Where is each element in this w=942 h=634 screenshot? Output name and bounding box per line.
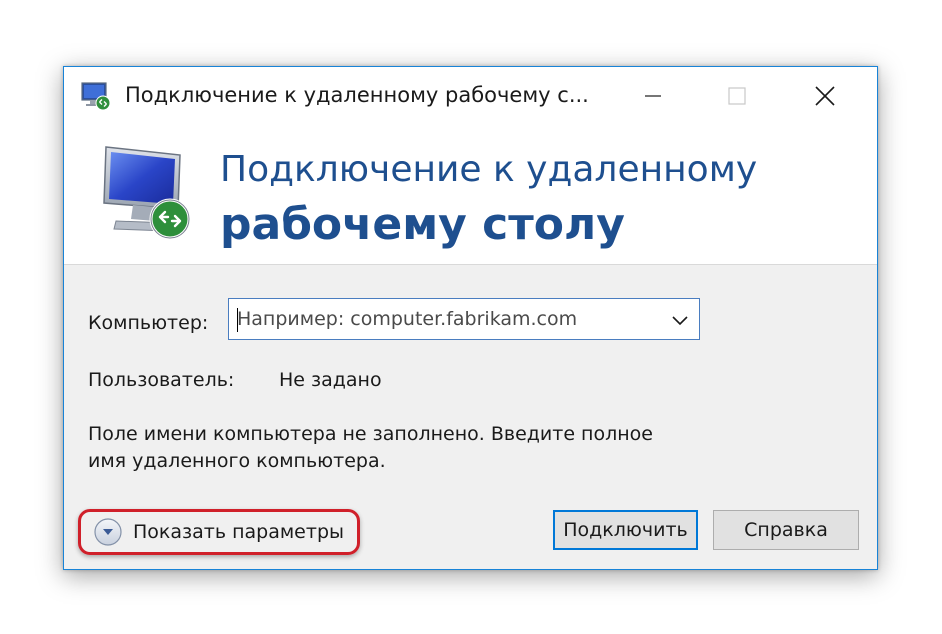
header-banner: Подключение к удаленному рабочему столу [64,125,877,265]
banner-title-line1: Подключение к удаленному [220,149,758,190]
title-bar[interactable]: Подключение к удаленному рабочему с... [64,67,877,125]
expand-circle-icon [94,518,122,546]
info-message: Поле имени компьютера не заполнено. Введ… [88,421,688,475]
show-options-toggle[interactable]: Показать параметры [78,509,360,555]
user-value: Не задано [279,369,382,391]
banner-title-line2: рабочему столу [220,199,625,250]
window-title: Подключение к удаленному рабочему с... [125,83,589,107]
help-button[interactable]: Справка [713,510,859,550]
text-cursor [237,308,238,332]
computer-combobox[interactable] [228,298,700,340]
minimize-icon [645,95,661,97]
maximize-icon [728,87,746,105]
close-button[interactable] [780,67,870,125]
connect-button[interactable]: Подключить [553,510,698,550]
monitor-icon [103,146,191,240]
rdp-window: Подключение к удаленному рабочему с... П… [63,66,878,570]
chevron-down-icon[interactable] [669,309,691,331]
maximize-button[interactable] [692,67,782,125]
close-icon [815,86,835,106]
window-shadow: Подключение к удаленному рабочему с... П… [63,66,878,570]
computer-input[interactable] [237,305,657,333]
show-options-label: Показать параметры [133,521,345,543]
info-message-line1: Поле имени компьютера не заполнено. Введ… [88,423,653,445]
minimize-button[interactable] [608,67,698,125]
info-message-line2: имя удаленного компьютера. [88,450,386,472]
user-label: Пользователь: [88,369,235,391]
remote-desktop-icon [81,82,111,111]
computer-label: Компьютер: [88,312,209,334]
